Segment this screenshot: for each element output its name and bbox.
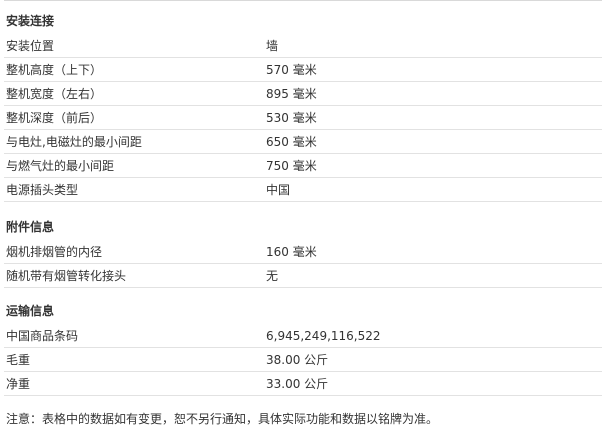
- row-value: 160 毫米: [266, 245, 317, 259]
- section-title: 安装连接: [6, 14, 55, 28]
- row-label: 与燃气灶的最小间距: [6, 159, 115, 173]
- table-row: 与燃气灶的最小间距 750 毫米: [4, 154, 602, 178]
- row-label: 电源插头类型: [6, 183, 79, 197]
- row-value: 墙: [266, 39, 279, 53]
- table-row: 中国商品条码 6,945,249,116,522: [4, 324, 602, 348]
- table-row: 整机高度（上下） 570 毫米: [4, 58, 602, 82]
- row-value: 中国: [266, 183, 291, 197]
- table-row: 整机深度（前后） 530 毫米: [4, 106, 602, 130]
- table-row: 净重 33.00 公斤: [4, 372, 602, 396]
- section-installation: 安装连接 安装位置 墙 整机高度（上下） 570 毫米 整机宽度（左右） 895…: [4, 8, 602, 202]
- table-row: 毛重 38.00 公斤: [4, 348, 602, 372]
- row-label: 整机深度（前后）: [6, 111, 103, 125]
- table-row: 随机带有烟管转化接头 无: [4, 264, 602, 288]
- row-value: 895 毫米: [266, 87, 317, 101]
- row-value: 无: [266, 269, 279, 283]
- table-row: 整机宽度（左右） 895 毫米: [4, 82, 602, 106]
- table-row: 与电灶,电磁灶的最小间距 650 毫米: [4, 130, 602, 154]
- table-row: 电源插头类型 中国: [4, 178, 602, 202]
- row-label: 烟机排烟管的内径: [6, 245, 103, 259]
- section-shipping: 运输信息 中国商品条码 6,945,249,116,522 毛重 38.00 公…: [4, 298, 602, 396]
- row-label: 安装位置: [6, 39, 55, 53]
- row-value: 6,945,249,116,522: [266, 329, 381, 343]
- row-value: 650 毫米: [266, 135, 317, 149]
- row-label: 毛重: [6, 353, 31, 367]
- row-label: 与电灶,电磁灶的最小间距: [6, 135, 142, 149]
- row-value: 530 毫米: [266, 111, 317, 125]
- row-value: 33.00 公斤: [266, 377, 329, 391]
- row-label: 整机宽度（左右）: [6, 87, 103, 101]
- section-title: 附件信息: [6, 220, 55, 234]
- row-label: 中国商品条码: [6, 329, 79, 343]
- row-label: 净重: [6, 377, 31, 391]
- row-value: 38.00 公斤: [266, 353, 329, 367]
- table-row: 安装位置 墙: [4, 34, 602, 58]
- disclaimer-note: 注意：表格中的数据如有变更，恕不另行通知，具体实际功能和数据以铭牌为准。: [6, 412, 439, 426]
- section-accessories: 附件信息 烟机排烟管的内径 160 毫米 随机带有烟管转化接头 无: [4, 214, 602, 288]
- section-title: 运输信息: [6, 304, 55, 318]
- row-label: 整机高度（上下）: [6, 63, 103, 77]
- row-label: 随机带有烟管转化接头: [6, 269, 127, 283]
- table-row: 烟机排烟管的内径 160 毫米: [4, 240, 602, 264]
- row-value: 570 毫米: [266, 63, 317, 77]
- row-value: 750 毫米: [266, 159, 317, 173]
- top-divider: [4, 0, 602, 1]
